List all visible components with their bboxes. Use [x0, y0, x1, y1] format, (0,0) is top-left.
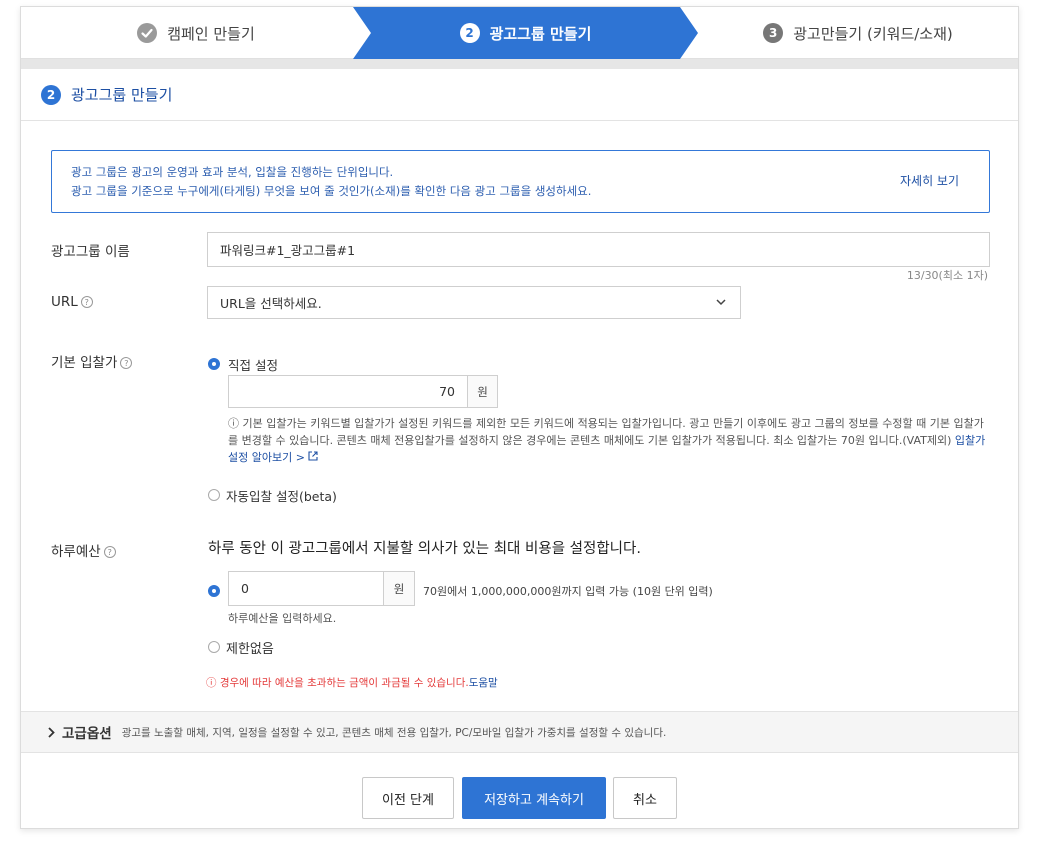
url-label-text: URL	[51, 294, 78, 310]
advanced-options-desc: 광고를 노출할 매체, 지역, 일정을 설정할 수 있고, 콘텐츠 매체 전용 …	[121, 726, 667, 739]
bid-auto-label: 자동입찰 설정(beta)	[226, 489, 337, 504]
budget-hint: 하루예산을 입력하세요.	[228, 612, 337, 625]
budget-label: 하루예산?	[51, 540, 116, 560]
step-campaign-label: 캠페인 만들기	[167, 24, 255, 43]
bid-amount-value: 70	[439, 384, 455, 399]
group-name-label: 광고그룹 이름	[51, 244, 130, 260]
url-select[interactable]: URL을 선택하세요.	[207, 286, 741, 319]
step-adgroup-label: 광고그룹 만들기	[489, 24, 592, 43]
char-counter: 13/30(최소 1자)	[906, 269, 988, 282]
warning-help-link[interactable]: 도움말	[469, 677, 498, 689]
advanced-options-label: 고급옵션	[62, 726, 112, 742]
divider	[21, 59, 1018, 69]
info-line-1: 광고 그룹은 광고의 운영과 효과 분석, 입찰을 진행하는 단위입니다.	[71, 165, 394, 179]
warning-text: ⓘ 경우에 따라 예산을 초과하는 금액이 과금될 수 있습니다.	[206, 677, 469, 689]
step-ads-label: 광고만들기 (키워드/소재)	[793, 24, 953, 43]
group-name-input[interactable]: 파워링크#1_광고그룹#1	[207, 232, 990, 267]
budget-amount-input[interactable]: 0	[228, 571, 384, 606]
step-ads[interactable]: 3 광고만들기 (키워드/소재)	[698, 7, 1018, 59]
budget-unlimited-label: 제한없음	[226, 642, 274, 657]
bid-auto-radio[interactable]	[208, 489, 220, 501]
bid-manual-radio[interactable]	[208, 358, 220, 370]
budget-unit: 원	[384, 571, 415, 606]
info-box: 광고 그룹은 광고의 운영과 효과 분석, 입찰을 진행하는 단위입니다. 광고…	[51, 150, 990, 213]
bid-amount-input[interactable]: 70	[228, 375, 468, 408]
budget-label-text: 하루예산	[51, 544, 101, 560]
progress-stepper: 캠페인 만들기 2 광고그룹 만들기 3 광고만들기 (키워드/소재)	[21, 7, 1018, 59]
bid-unit: 원	[468, 375, 498, 408]
bid-label: 기본 입찰가?	[51, 351, 133, 371]
prev-step-button[interactable]: 이전 단계	[362, 777, 454, 819]
url-label: URL?	[51, 294, 93, 310]
section-header: 2 광고그룹 만들기	[21, 69, 1018, 121]
budget-range-text: 70원에서 1,000,000,000원까지 입력 가능 (10원 단위 입력)	[423, 585, 713, 598]
budget-description: 하루 동안 이 광고그룹에서 지불할 의사가 있는 최대 비용을 설정합니다.	[208, 541, 641, 557]
budget-amount-radio[interactable]	[208, 585, 220, 597]
save-continue-button[interactable]: 저장하고 계속하기	[462, 777, 606, 819]
bid-note-text: ⓘ 기본 입찰가는 키워드별 입찰가가 설정된 키워드를 제외한 모든 키워드에…	[228, 417, 984, 447]
bid-label-text: 기본 입찰가	[51, 355, 118, 371]
bid-note: ⓘ 기본 입찰가는 키워드별 입찰가가 설정된 키워드를 제외한 모든 키워드에…	[228, 415, 988, 466]
help-icon[interactable]: ?	[120, 357, 133, 369]
advanced-options-toggle[interactable]: 고급옵션 광고를 노출할 매체, 지역, 일정을 설정할 수 있고, 콘텐츠 매…	[21, 711, 1018, 753]
group-name-value: 파워링크#1_광고그룹#1	[220, 243, 356, 258]
help-icon[interactable]: ?	[80, 296, 93, 308]
external-link-icon[interactable]	[308, 451, 318, 464]
budget-unlimited-radio[interactable]	[208, 641, 220, 653]
budget-amount-value: 0	[241, 581, 249, 596]
step-campaign[interactable]: 캠페인 만들기	[21, 7, 371, 59]
help-icon[interactable]: ?	[103, 546, 116, 558]
more-info-link[interactable]: 자세히 보기	[900, 172, 959, 191]
section-title: 광고그룹 만들기	[71, 86, 173, 104]
section-number-badge: 2	[41, 84, 61, 105]
budget-warning: ⓘ 경우에 따라 예산을 초과하는 금액이 과금될 수 있습니다.도움말	[206, 675, 498, 690]
campaign-card: 캠페인 만들기 2 광고그룹 만들기 3 광고만들기 (키워드/소재) 2 광고…	[20, 6, 1019, 829]
info-line-2: 광고 그룹을 기준으로 누구에게(타게팅) 무엇을 보여 줄 것인가(소재)를 …	[71, 184, 592, 198]
chevron-right-icon	[47, 726, 55, 738]
url-select-placeholder: URL을 선택하세요.	[220, 296, 322, 311]
step-number-badge: 2	[460, 23, 480, 43]
cancel-button[interactable]: 취소	[613, 777, 677, 819]
chevron-down-icon	[716, 298, 726, 309]
step-number-badge: 3	[763, 23, 784, 43]
check-circle-icon	[137, 23, 158, 43]
bid-manual-label: 직접 설정	[228, 358, 278, 373]
step-adgroup-active[interactable]: 2 광고그룹 만들기	[353, 7, 698, 59]
